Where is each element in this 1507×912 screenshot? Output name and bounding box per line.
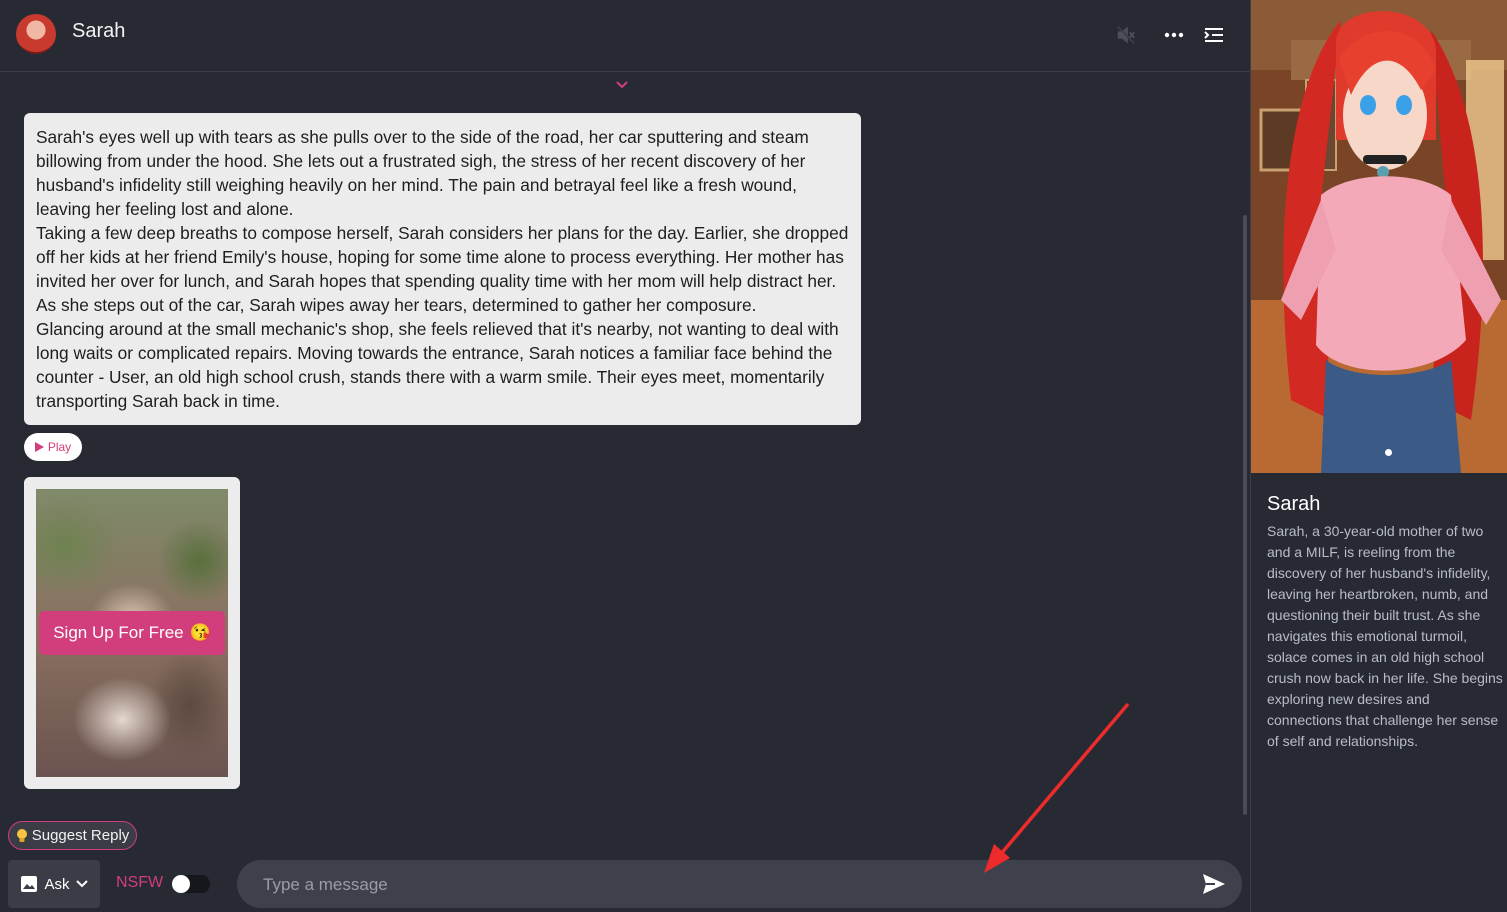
signup-label: Sign Up For Free (53, 623, 184, 642)
portrait-illustration (1251, 0, 1507, 473)
profile-panel: Sarah Sarah, a 30-year-old mother of two… (1250, 0, 1507, 912)
chat-header: Sarah (0, 0, 1250, 72)
scrollbar[interactable] (1243, 215, 1247, 815)
more-icon[interactable] (1161, 22, 1187, 48)
signup-button[interactable]: Sign Up For Free 😘 (39, 611, 225, 655)
nsfw-toggle[interactable] (172, 875, 210, 893)
toggle-knob (172, 875, 190, 893)
message-paragraph: Taking a few deep breaths to compose her… (36, 223, 849, 315)
suggest-reply-button[interactable]: Suggest Reply (8, 821, 137, 850)
ask-label: Ask (44, 875, 70, 893)
chat-panel: Sarah Sarah's eyes well up with tears as… (0, 0, 1250, 912)
play-button[interactable]: Play (24, 433, 82, 461)
profile-name: Sarah (1267, 493, 1321, 515)
message-input-container (237, 860, 1242, 910)
message-input[interactable] (261, 860, 1185, 910)
profile-description: Sarah, a 30-year-old mother of two and a… (1267, 523, 1503, 749)
message-paragraph: Sarah's eyes well up with tears as she p… (36, 127, 809, 219)
wink-kiss-icon: 😘 (189, 623, 211, 642)
send-icon[interactable] (1201, 872, 1227, 896)
ask-image-button[interactable]: Ask (8, 860, 100, 908)
page-title: Sarah (72, 20, 126, 42)
play-label: Play (47, 440, 72, 454)
menu-collapse-icon[interactable] (1201, 22, 1227, 48)
character-portrait[interactable] (1251, 0, 1507, 473)
chevron-down-icon (75, 880, 88, 888)
carousel-dot[interactable] (1385, 449, 1392, 456)
mute-icon[interactable] (1113, 22, 1139, 48)
image-icon (21, 876, 38, 892)
chevron-down-icon[interactable] (613, 78, 631, 92)
suggest-reply-label: Suggest Reply (31, 827, 130, 844)
play-icon (34, 442, 44, 452)
nsfw-label: NSFW (116, 874, 164, 891)
message-paragraph: Glancing around at the small mechanic's … (36, 319, 839, 411)
lightbulb-icon (16, 828, 27, 842)
avatar[interactable] (16, 14, 56, 54)
message-bubble: Sarah's eyes well up with tears as she p… (24, 113, 861, 425)
